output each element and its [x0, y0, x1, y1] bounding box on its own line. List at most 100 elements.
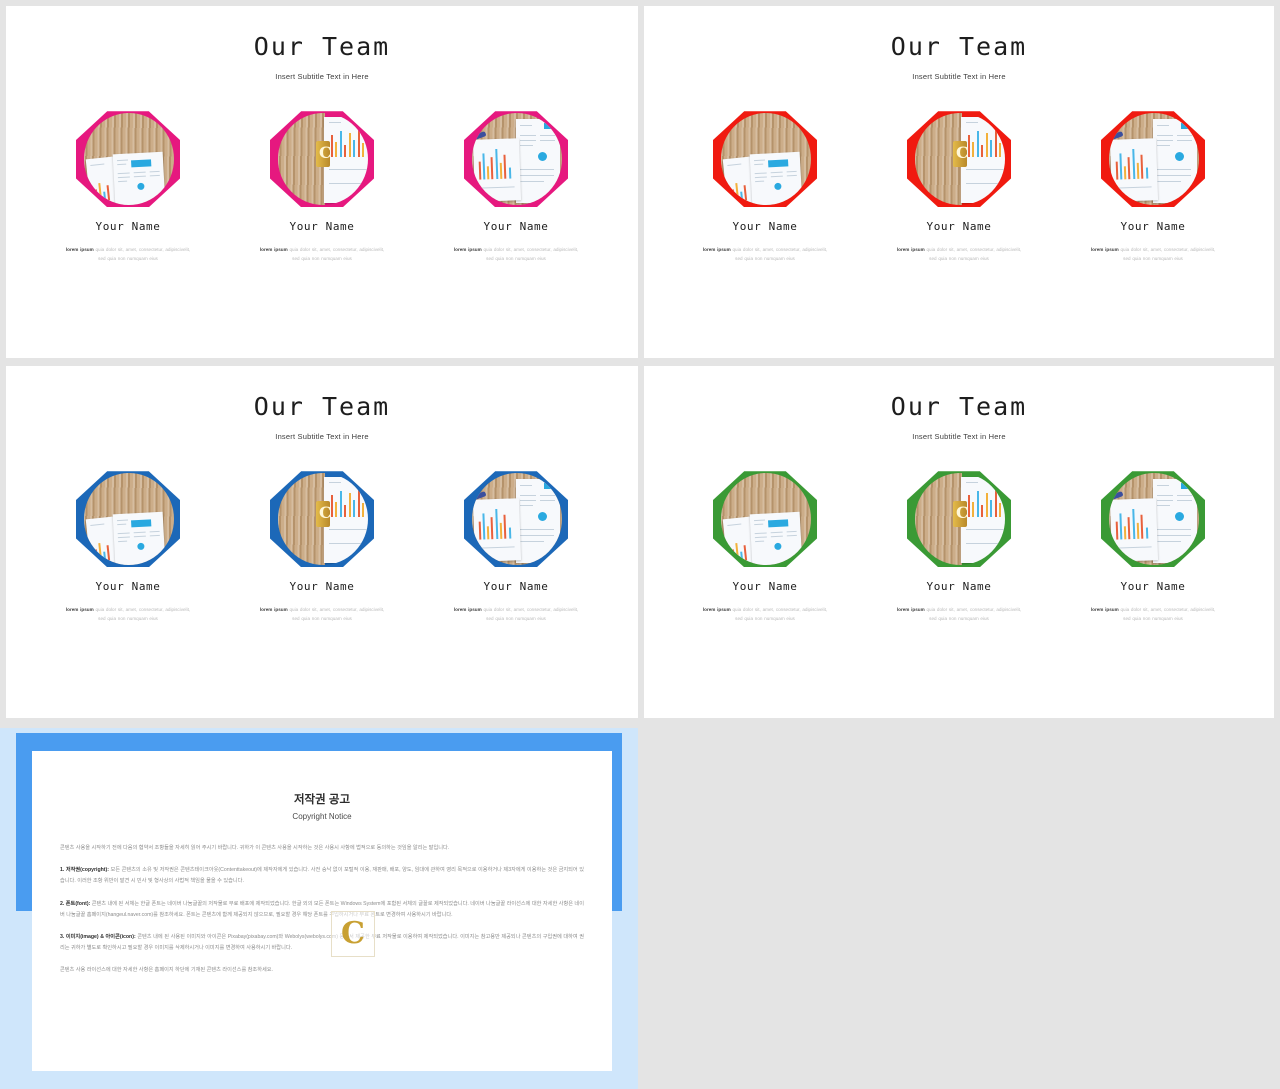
team-members-row: Your Name lorem ipsum quia dolor sit, ame…: [644, 471, 1274, 623]
member-name: Your Name: [926, 580, 992, 594]
document-sheet: [112, 151, 166, 206]
member-name: Your Name: [483, 220, 549, 234]
team-member-card[interactable]: Your Name lorem ipsum quia dolor sit, ame…: [1078, 471, 1228, 623]
team-member-card[interactable]: Your Name lorem ipsum quia dolor sit, ame…: [441, 111, 591, 263]
member-photo: C: [915, 473, 1005, 566]
member-photo: [472, 113, 562, 206]
team-member-card[interactable]: Your Name lorem ipsum quia dolor sit, ame…: [690, 471, 840, 623]
team-member-card[interactable]: Your Name lorem ipsum quia dolor sit, ame…: [1078, 111, 1228, 263]
slide-pink[interactable]: Our Team Insert Subtitle Text in Here Your…: [6, 6, 638, 358]
gold-c-glyph: C: [319, 143, 332, 163]
member-photo: C: [278, 113, 368, 206]
slide-subtitle: Insert Subtitle Text in Here: [275, 72, 369, 82]
member-description: lorem ipsum quia dolor sit, amet, consec…: [702, 607, 828, 621]
document-sheet: [749, 151, 803, 206]
member-description: lorem ipsum quia dolor sit, amet, consec…: [1090, 607, 1216, 621]
member-description: lorem ipsum quia dolor sit, amet, consec…: [65, 247, 191, 261]
slide-title: Our Team: [253, 392, 391, 421]
slide-subtitle: Insert Subtitle Text in Here: [912, 72, 1006, 82]
member-photo-frame[interactable]: [456, 111, 576, 208]
team-member-card[interactable]: C Your Name lorem ipsum quia dolor sit, am…: [884, 111, 1034, 263]
member-photo: [84, 473, 174, 566]
member-photo-frame[interactable]: [1093, 111, 1213, 208]
member-name: Your Name: [732, 580, 798, 594]
member-name: Your Name: [289, 220, 355, 234]
slide-title: Our Team: [890, 392, 1028, 421]
copyright-body: 콘텐츠 사용을 시작하기 전에 다음의 협약서 조항들을 자세히 읽어 주시기 …: [60, 843, 584, 976]
copyright-section-2: 2. 폰트(font): 콘텐츠 내에 된 서체는 한글 폰트는 네이버 나눔글…: [60, 900, 584, 918]
member-photo-frame[interactable]: [68, 471, 188, 568]
copyright-intro: 콘텐츠 사용을 시작하기 전에 다음의 협약서 조항들을 자세히 읽어 주시기 …: [60, 845, 450, 851]
slide-red[interactable]: Our Team Insert Subtitle Text in Here Your…: [644, 6, 1274, 358]
member-description: lorem ipsum quia dolor sit, amet, consec…: [259, 247, 385, 261]
member-photo-frame[interactable]: C: [262, 471, 382, 568]
member-name: Your Name: [289, 580, 355, 594]
team-member-card[interactable]: Your Name lorem ipsum quia dolor sit, ame…: [690, 111, 840, 263]
member-description: lorem ipsum quia dolor sit, amet, consec…: [702, 247, 828, 261]
slide-green[interactable]: Our Team Insert Subtitle Text in Here Your…: [644, 366, 1274, 718]
member-photo-frame[interactable]: C: [899, 471, 1019, 568]
copyright-footer: 콘텐츠 사용 라이선스에 대한 자세한 사항은 홈페이지 하단에 기재된 콘텐츠…: [60, 967, 273, 974]
slide-blue[interactable]: Our Team Insert Subtitle Text in Here Your…: [6, 366, 638, 718]
copyright-section-1: 1. 저작권(copyright): 모든 콘텐츠의 소유 및 저작권은 콘텐츠…: [60, 867, 585, 885]
document-sheet: [516, 119, 560, 204]
gold-c-glyph: C: [956, 143, 969, 163]
member-name: Your Name: [732, 220, 798, 234]
member-photo-frame[interactable]: C: [899, 111, 1019, 208]
member-description: lorem ipsum quia dolor sit, amet, consec…: [896, 247, 1022, 261]
document-sheet: [472, 498, 522, 563]
member-photo-frame[interactable]: C: [262, 111, 382, 208]
slide-copyright-notice[interactable]: 저작권 공고 Copyright Notice 콘텐츠 사용을 시작하기 전에 …: [0, 728, 638, 1089]
document-sheet: [1109, 138, 1159, 203]
team-member-card[interactable]: Your Name lorem ipsum quia dolor sit, ame…: [53, 111, 203, 263]
document-sheet: [1153, 119, 1197, 204]
member-description: lorem ipsum quia dolor sit, amet, consec…: [259, 607, 385, 621]
member-photo-frame[interactable]: [456, 471, 576, 568]
member-description: lorem ipsum quia dolor sit, amet, consec…: [1090, 247, 1216, 261]
member-name: Your Name: [1120, 580, 1186, 594]
copyright-section-3: 3. 이미지(image) & 아이콘(icon): 콘텐츠 내에 된 사용된 …: [60, 933, 584, 952]
team-member-card[interactable]: Your Name lorem ipsum quia dolor sit, ame…: [53, 471, 203, 623]
slide-title: Our Team: [890, 32, 1028, 61]
slide-thumbnail-board: Our Team Insert Subtitle Text in Here Your…: [0, 0, 1280, 1089]
member-photo: C: [278, 473, 368, 566]
team-member-card[interactable]: Your Name lorem ipsum quia dolor sit, ame…: [441, 471, 591, 623]
member-photo-frame[interactable]: [1093, 471, 1213, 568]
copyright-title-ko: 저작권 공고: [293, 794, 351, 806]
document-sheet: [1153, 479, 1197, 564]
document-sheet: [516, 479, 560, 564]
member-photo: [472, 473, 562, 566]
document-sheet: [112, 511, 166, 566]
slide-subtitle: Insert Subtitle Text in Here: [912, 432, 1006, 442]
member-photo: [84, 113, 174, 206]
member-name: Your Name: [926, 220, 992, 234]
member-name: Your Name: [1120, 220, 1186, 234]
team-member-card[interactable]: C Your Name lorem ipsum quia dolor sit, am…: [884, 471, 1034, 623]
member-photo-frame[interactable]: [68, 111, 188, 208]
document-sheet: [1109, 498, 1159, 563]
member-photo-frame[interactable]: [705, 111, 825, 208]
member-name: Your Name: [95, 220, 161, 234]
member-description: lorem ipsum quia dolor sit, amet, consec…: [453, 607, 579, 621]
gold-c-glyph: C: [319, 503, 332, 523]
document-sheet: [472, 138, 522, 203]
member-description: lorem ipsum quia dolor sit, amet, consec…: [65, 607, 191, 621]
copyright-page: 저작권 공고 Copyright Notice 콘텐츠 사용을 시작하기 전에 …: [32, 751, 612, 1071]
member-photo: [1109, 473, 1199, 566]
member-photo-frame[interactable]: [705, 471, 825, 568]
slide-title: Our Team: [253, 32, 391, 61]
team-member-card[interactable]: C Your Name lorem ipsum quia dolor sit, am…: [247, 111, 397, 263]
team-member-card[interactable]: C Your Name lorem ipsum quia dolor sit, am…: [247, 471, 397, 623]
member-photo: [1109, 113, 1199, 206]
slide-subtitle: Insert Subtitle Text in Here: [275, 432, 369, 442]
member-name: Your Name: [483, 580, 549, 594]
team-members-row: Your Name lorem ipsum quia dolor sit, ame…: [6, 111, 638, 263]
member-photo: C: [915, 113, 1005, 206]
member-description: lorem ipsum quia dolor sit, amet, consec…: [453, 247, 579, 261]
copyright-watermark-icon: C: [331, 911, 375, 957]
team-members-row: Your Name lorem ipsum quia dolor sit, ame…: [644, 111, 1274, 263]
member-description: lorem ipsum quia dolor sit, amet, consec…: [896, 607, 1022, 621]
member-photo: [721, 473, 811, 566]
member-name: Your Name: [95, 580, 161, 594]
gold-c-glyph: C: [956, 503, 969, 523]
